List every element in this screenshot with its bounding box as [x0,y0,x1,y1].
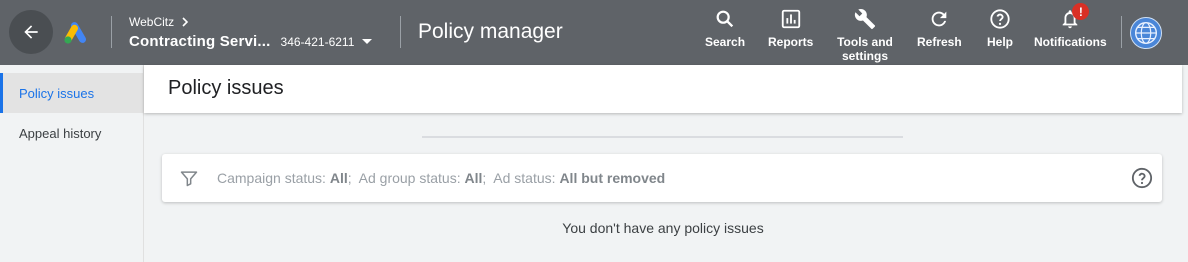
adgroup-status-label: Ad group status: [358,170,461,186]
sidebar-item-label: Policy issues [19,85,95,101]
tools-and-settings-label: Tools and settings [837,35,893,63]
google-ads-logo[interactable] [64,22,90,44]
search-label: Search [705,35,746,49]
help-circle-icon[interactable] [1131,167,1153,189]
chevron-right-icon [182,17,189,27]
back-button[interactable] [9,10,53,54]
search-button[interactable]: Search [705,8,745,49]
reports-button[interactable]: Reports [768,8,813,49]
reports-label: Reports [768,35,814,49]
header-divider [1121,16,1122,48]
caret-down-icon[interactable] [362,39,373,44]
sidebar: Policy issues Appeal history [0,65,144,262]
sidebar-item-appeal-history[interactable]: Appeal history [0,113,143,153]
refresh-button[interactable]: Refresh [917,8,962,49]
avatar[interactable] [1130,17,1162,49]
loading-bar [422,136,903,138]
top-app-bar: WebCitz Contracting Servi... 346-421-621… [0,0,1188,65]
filter-icon[interactable] [179,168,199,188]
header-divider [400,16,401,48]
main-header: Policy issues [144,65,1182,113]
search-icon [716,10,734,28]
campaign-status-label: Campaign status: [217,170,326,186]
account-parent-name[interactable]: WebCitz [129,15,174,29]
adgroup-status-value: All [464,170,483,186]
arrow-back-icon [24,25,38,39]
filter-summary[interactable]: Campaign status: All; Ad group status: A… [217,170,665,186]
account-name[interactable]: Contracting Servi... [129,33,271,50]
refresh-label: Refresh [917,35,962,49]
refresh-icon [932,11,947,27]
filter-bar[interactable]: Campaign status: All; Ad group status: A… [162,154,1162,202]
header-divider [111,16,112,48]
tools-and-settings-button[interactable]: Tools and settings [836,8,894,63]
help-icon [990,9,1010,29]
page-title: Policy manager [418,20,563,43]
wrench-icon [854,9,876,30]
help-label: Help [987,35,1014,49]
ad-status-value: All but removed [559,170,666,186]
notifications-badge: ! [1072,3,1090,20]
account-id: 346-421-6211 [280,34,355,49]
notifications-button[interactable]: ! Notifications [1034,3,1107,49]
account-selector[interactable]: WebCitz Contracting Servi... 346-421-621… [129,15,373,50]
campaign-status-value: All [329,170,348,186]
reports-icon [781,9,800,29]
sidebar-item-policy-issues[interactable]: Policy issues [0,73,143,113]
sidebar-item-label: Appeal history [19,125,102,141]
ad-status-label: Ad status: [493,170,556,186]
help-button[interactable]: Help [987,8,1013,49]
section-title: Policy issues [168,77,284,99]
empty-state-message: You don't have any policy issues [562,220,764,236]
notifications-label: Notifications [1034,35,1107,49]
globe-icon [1134,21,1158,45]
